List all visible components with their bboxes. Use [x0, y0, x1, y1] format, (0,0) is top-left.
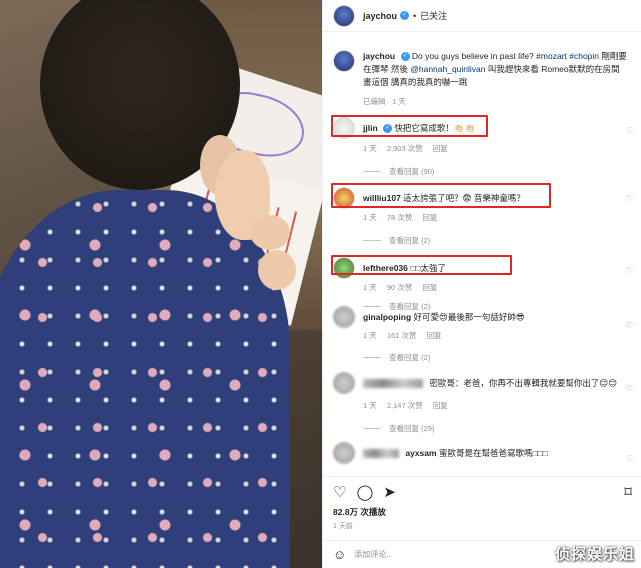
caption-body-a: Do you guys believe in past life?	[411, 51, 537, 61]
bookmark-icon[interactable]: ⌑	[624, 485, 632, 500]
comment-username[interactable]: ayxsam	[405, 448, 436, 458]
photo-child-hand	[250, 215, 290, 250]
view-replies-button[interactable]: 查看回复 (2)	[363, 235, 430, 246]
share-send-icon[interactable]: ➤	[383, 485, 396, 500]
edited-label: 已编辑	[363, 97, 386, 106]
comment-likes: 2,147 次赞	[386, 401, 423, 410]
highlight-box	[331, 255, 512, 275]
follow-separator: •	[413, 10, 417, 21]
divider-line	[363, 171, 381, 172]
view-replies-button[interactable]: 查看回复 (29)	[363, 423, 434, 434]
commenter-avatar[interactable]	[333, 442, 355, 464]
view-replies-label: 查看回复 (90)	[389, 167, 435, 176]
comment-item: ginalpoping 好可愛😍最後那一句話好帥😎	[333, 306, 633, 328]
reply-button[interactable]: 回复	[433, 401, 448, 410]
follow-status-button[interactable]: 已关注	[420, 9, 447, 22]
caption-time: 1 天	[392, 97, 406, 106]
like-heart-icon[interactable]: ♡	[626, 266, 633, 275]
reply-button[interactable]: 回复	[422, 213, 437, 222]
comment-bubble-icon[interactable]: ◯	[356, 485, 373, 500]
comment-body: 密歐哥：老爸，你再不出專輯我就要幫你出了😊😊	[429, 378, 618, 388]
post-header: jaychou ✓ • 已关注	[323, 0, 641, 32]
mention-link[interactable]: @hannah_quinlivan	[410, 64, 485, 74]
header-username[interactable]: jaychou	[363, 11, 397, 21]
reply-button[interactable]: 回复	[427, 331, 442, 340]
hashtag-link[interactable]: #mozart	[536, 51, 567, 61]
comment-meta: 1 天 161 次赞 回复	[363, 330, 450, 341]
comment-likes: 161 次赞	[386, 331, 417, 340]
reply-button[interactable]: 回复	[422, 283, 437, 292]
caption-avatar[interactable]	[333, 50, 355, 72]
like-heart-icon[interactable]: ♡	[626, 384, 633, 393]
comment-username[interactable]: ginalpoping	[363, 312, 411, 322]
comment-item: 密歐哥：老爸，你再不出專輯我就要幫你出了😊😊	[333, 372, 633, 394]
post-date: 1 天前	[333, 523, 353, 530]
post-panel: jaychou ✓ • 已关注 jaychou ✓ Do you guys be…	[322, 0, 641, 568]
comment-meta: 1 天 90 次赞 回复	[363, 282, 445, 293]
comment-meta: 1 天 2,147 次赞 回复	[363, 400, 456, 411]
comment-time: 1 天	[363, 283, 377, 292]
emoji-smile-icon[interactable]: ☺	[333, 547, 346, 562]
caption-text: jaychou ✓ Do you guys believe in past li…	[363, 50, 628, 89]
comment-item: ayxsam 蜜歐哥是在幫爸爸寫歌嗎□□□	[333, 442, 633, 464]
comment-time: 1 天	[363, 401, 377, 410]
photo-child-hand-2	[258, 250, 296, 290]
divider-line	[363, 240, 381, 241]
view-replies-label: 查看回复 (29)	[389, 424, 435, 433]
like-heart-icon[interactable]: ♡	[333, 485, 346, 500]
comment-body: 蜜歐哥是在幫爸爸寫歌嗎□□□	[438, 448, 548, 458]
view-replies-button[interactable]: 查看回复 (2)	[363, 352, 430, 363]
comment-time: 1 天	[363, 213, 377, 222]
blurred-username	[363, 449, 399, 459]
commenter-avatar[interactable]	[333, 306, 355, 328]
divider-line	[363, 428, 381, 429]
highlight-box	[331, 183, 551, 208]
add-comment-input[interactable]: 添加评论...	[354, 549, 393, 560]
comment-text: 密歐哥：老爸，你再不出專輯我就要幫你出了😊😊	[363, 377, 617, 389]
post-photo[interactable]	[0, 0, 322, 568]
comment-likes: 78 次赞	[386, 213, 413, 222]
caption-meta: 已编辑 · 1 天	[363, 97, 406, 106]
comment-text: ginalpoping 好可愛😍最後那一句話好帥😎	[363, 311, 525, 323]
comment-time: 1 天	[363, 144, 377, 153]
verified-badge-icon: ✓	[400, 11, 410, 20]
caption-username[interactable]: jaychou	[363, 51, 395, 61]
comment-time: 1 天	[363, 331, 377, 340]
blurred-username[interactable]	[363, 379, 423, 389]
photo-pajama-pattern	[0, 190, 290, 568]
like-heart-icon[interactable]: ♡	[626, 321, 633, 330]
post-caption: jaychou ✓ Do you guys believe in past li…	[333, 50, 633, 89]
view-replies-label: 查看回复 (2)	[389, 353, 431, 362]
comment-meta: 1 天 78 次赞 回复	[363, 212, 445, 223]
like-heart-icon[interactable]: ♡	[626, 454, 633, 463]
reply-button[interactable]: 回复	[433, 144, 448, 153]
comment-text: ayxsam 蜜歐哥是在幫爸爸寫歌嗎□□□	[363, 447, 548, 459]
view-count[interactable]: 82.8万 次播放	[333, 506, 386, 518]
comment-likes: 90 次赞	[386, 283, 413, 292]
divider-line	[363, 357, 381, 358]
hashtag-link[interactable]: #chopin	[569, 51, 599, 61]
comment-meta: 1 天 2,903 次赞 回复	[363, 143, 456, 154]
action-bar: ♡ ◯ ➤ ⌑	[323, 476, 641, 500]
comment-likes: 2,903 次赞	[386, 144, 423, 153]
watermark: 侦探娱乐姐	[554, 546, 635, 563]
like-heart-icon[interactable]: ♡	[626, 126, 633, 135]
view-replies-label: 查看回复 (2)	[389, 236, 431, 245]
highlight-box	[331, 115, 488, 137]
commenter-avatar[interactable]	[333, 372, 355, 394]
view-replies-button[interactable]: 查看回复 (90)	[363, 166, 434, 177]
verified-badge-icon: ✓	[400, 52, 410, 62]
avatar[interactable]	[333, 4, 355, 27]
comment-body: 好可愛😍最後那一句話好帥😎	[413, 312, 525, 322]
like-heart-icon[interactable]: ♡	[626, 194, 633, 203]
